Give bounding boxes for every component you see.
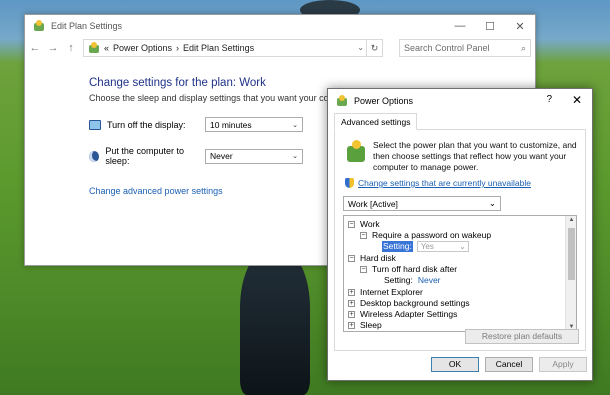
back-icon[interactable]: ← (29, 42, 41, 54)
breadcrumb-prefix: « (104, 43, 110, 53)
tree-item-sleep[interactable]: + Sleep (348, 320, 382, 331)
tree-item-hard-disk[interactable]: − Hard disk (348, 253, 396, 264)
maximize-icon[interactable]: ☐ (475, 15, 505, 37)
address-bar: ← → ↑ « Power Options › Edit Plan Settin… (25, 37, 535, 59)
tree-scrollbar[interactable]: ▲ ▼ (565, 216, 576, 331)
monitor-icon (89, 119, 101, 130)
dialog-title-bar: Power Options ? ✕ (328, 89, 592, 113)
expand-icon[interactable]: + (348, 300, 355, 307)
info-text: Select the power plan that you want to c… (373, 140, 577, 172)
tree-item-work[interactable]: − Work (348, 219, 380, 230)
display-label: Turn off the display: (107, 119, 186, 130)
restore-plan-defaults-button[interactable]: Restore plan defaults (465, 329, 579, 344)
advanced-settings-panel: Select the power plan that you want to c… (334, 129, 586, 351)
settings-tree[interactable]: − Work − Require a password on wakeup Se… (343, 215, 577, 332)
change-settings-row: Change settings that are currently unava… (335, 173, 585, 188)
title-bar: Edit Plan Settings — ☐ ✕ (25, 15, 535, 37)
background-river (240, 250, 310, 395)
caption-buttons: — ☐ ✕ (445, 15, 535, 37)
info-block: Select the power plan that you want to c… (335, 130, 585, 173)
breadcrumb[interactable]: « Power Options › Edit Plan Settings ⌄ ↻ (83, 39, 383, 57)
search-input[interactable]: Search Control Panel ⌕ (399, 39, 531, 57)
setting-value[interactable]: Never (418, 275, 441, 286)
display-timeout-value: 10 minutes (210, 119, 252, 130)
setting-value-select[interactable]: Yes ⌄ (416, 241, 469, 252)
change-settings-link[interactable]: Change settings that are currently unava… (358, 178, 531, 188)
expand-icon[interactable]: + (348, 289, 355, 296)
breadcrumb-item-edit-plan[interactable]: Edit Plan Settings (183, 43, 254, 53)
scroll-up-icon[interactable]: ▲ (566, 217, 576, 223)
collapse-icon[interactable]: − (348, 255, 355, 262)
collapse-icon[interactable]: − (348, 221, 355, 228)
plan-select-value: Work [Active] (348, 198, 398, 209)
sleep-timeout-select[interactable]: Never ⌄ (205, 148, 303, 164)
collapse-icon[interactable]: − (360, 266, 367, 273)
breadcrumb-separator: › (176, 43, 180, 53)
close-icon[interactable]: ✕ (572, 93, 582, 107)
tree-item-wireless-adapter[interactable]: + Wireless Adapter Settings (348, 309, 457, 320)
tree-label: Work (360, 219, 380, 229)
refresh-icon[interactable]: ↻ (366, 40, 382, 56)
setting-value: Yes (420, 242, 434, 251)
setting-label: Setting: (384, 275, 413, 285)
sleep-label: Put the computer to sleep: (105, 146, 184, 166)
chevron-down-icon[interactable]: ⌄ (357, 40, 364, 56)
power-options-icon (88, 42, 100, 54)
window-title: Edit Plan Settings (51, 21, 123, 31)
chevron-down-icon: ⌄ (488, 198, 496, 208)
tree-label: Turn off hard disk after (372, 264, 458, 274)
tree-item-internet-explorer[interactable]: + Internet Explorer (348, 287, 423, 298)
tree-label: Require a password on wakeup (372, 230, 492, 240)
chevron-down-icon: ⌄ (292, 153, 298, 160)
tree-item-require-password[interactable]: − Require a password on wakeup (360, 230, 491, 241)
power-options-icon (33, 20, 45, 32)
chevron-down-icon: ⌄ (459, 242, 466, 251)
tab-advanced-settings[interactable]: Advanced settings (334, 113, 418, 130)
tree-item-setting-never[interactable]: Setting: Never (384, 275, 441, 286)
tree-item-setting-yes[interactable]: Setting: Yes ⌄ (382, 241, 469, 252)
search-placeholder: Search Control Panel (404, 43, 490, 53)
tree-item-desktop-background[interactable]: + Desktop background settings (348, 298, 470, 309)
chevron-down-icon: ⌄ (292, 121, 298, 129)
minimize-icon[interactable]: — (445, 15, 475, 37)
help-icon[interactable]: ? (546, 94, 552, 105)
up-icon[interactable]: ↑ (65, 42, 77, 54)
scrollbar-thumb[interactable] (568, 228, 575, 280)
plan-select[interactable]: Work [Active] ⌄ (343, 196, 501, 211)
expand-icon[interactable]: + (348, 311, 355, 318)
tree-label: Sleep (360, 320, 382, 330)
apply-button[interactable]: Apply (539, 357, 587, 372)
power-options-icon (336, 95, 348, 107)
cancel-button[interactable]: Cancel (485, 357, 533, 372)
tree-label: Internet Explorer (360, 287, 423, 297)
search-icon: ⌕ (520, 42, 526, 53)
breadcrumb-item-power-options[interactable]: Power Options (113, 43, 172, 53)
uac-shield-icon (345, 178, 354, 188)
power-plan-icon (347, 140, 365, 162)
ok-button[interactable]: OK (431, 357, 479, 372)
tree-item-turn-off-hard-disk[interactable]: − Turn off hard disk after (360, 264, 457, 275)
sleep-timeout-value: Never (210, 151, 233, 161)
tree-label: Desktop background settings (360, 298, 470, 308)
power-options-dialog: Power Options ? ✕ Advanced settings Sele… (327, 88, 593, 381)
tree-label: Wireless Adapter Settings (360, 309, 458, 319)
setting-label: Setting: (382, 241, 413, 252)
tree-label: Hard disk (360, 253, 396, 263)
expand-icon[interactable]: + (348, 322, 355, 329)
display-timeout-select[interactable]: 10 minutes ⌄ (205, 117, 303, 132)
moon-icon (89, 150, 100, 162)
forward-icon[interactable]: → (47, 42, 59, 54)
tab-strip: Advanced settings (328, 113, 592, 130)
close-icon[interactable]: ✕ (505, 15, 535, 37)
dialog-title: Power Options (354, 96, 414, 106)
collapse-icon[interactable]: − (360, 232, 367, 239)
